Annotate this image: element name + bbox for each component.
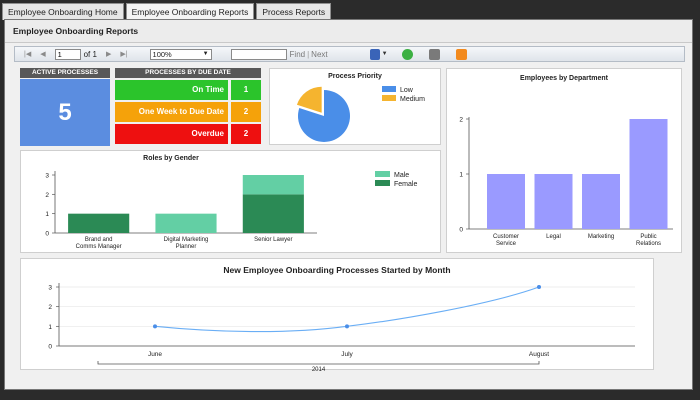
report-frame: Employee Onboarding Reports |◀ ◀ of 1 ▶ …	[4, 19, 693, 390]
chevron-down-icon: ▼	[202, 50, 209, 57]
tab-process-reports[interactable]: Process Reports	[256, 3, 332, 20]
legend-swatch-low	[382, 86, 396, 92]
previous-page-icon[interactable]: ◀	[40, 50, 45, 58]
month-group-label: 2014	[312, 367, 326, 371]
due-row-count-overdue: 2	[231, 124, 261, 144]
roles-bar-brand-and-comms-manager-female	[68, 213, 130, 233]
roles-ytick-1: 1	[45, 211, 49, 218]
dept-xtick-marketing: Marketing	[588, 234, 614, 240]
separator: |	[307, 49, 310, 59]
dept-xtick-customer-service: Customer	[493, 234, 519, 240]
processes-by-due-date-header: PROCESSES BY DUE DATE	[115, 68, 261, 78]
month-group-bracket	[97, 361, 540, 365]
dept-bar-legal	[534, 174, 573, 229]
refresh-icon[interactable]	[401, 48, 413, 60]
roles-xtick-senior-lawyer: Senior Lawyer	[254, 237, 292, 243]
due-row-label-on-time: On Time	[115, 80, 228, 100]
dept-xtick-public-relations-1: Relations	[636, 241, 661, 247]
page-count-label: of 1	[83, 49, 97, 59]
processes-by-month-panel: New Employee Onboarding Processes Starte…	[20, 258, 654, 371]
find-link[interactable]: Find	[290, 50, 306, 59]
roles-bar-senior-lawyer-female	[242, 194, 304, 233]
month-ytick-1: 1	[48, 324, 52, 331]
dept-ytick-1: 1	[459, 172, 463, 179]
roles-ytick-2: 2	[45, 192, 49, 199]
first-page-icon[interactable]: |◀	[24, 50, 31, 58]
rss-feed-icon[interactable]	[455, 48, 467, 60]
month-ytick-3: 3	[48, 285, 52, 292]
next-page-icon[interactable]: ▶	[106, 50, 111, 58]
due-row-label-one-week-to-due-date: One Week to Due Date	[115, 102, 228, 122]
month-xtick-july: July	[341, 351, 353, 358]
dept-bar-marketing	[582, 174, 620, 229]
legend-label-low: Low	[400, 87, 414, 94]
roles-legend-swatch-female	[375, 180, 390, 186]
roles-bar-senior-lawyer-male	[242, 175, 304, 195]
roles-xtick-brand-and-comms-manager: Brand and	[85, 237, 113, 243]
active-processes-header: ACTIVE PROCESSES	[20, 68, 110, 78]
dept-bar-customer-service	[487, 174, 525, 229]
report-toolbar: |◀ ◀ of 1 ▶ ▶| 100% ▼ Find | Next ▼	[14, 46, 685, 62]
roles-legend-label-male: Male	[394, 172, 409, 179]
legend-label-medium: Medium	[400, 96, 425, 103]
zoom-value: 100%	[152, 49, 172, 59]
roles-bar-digital-marketing-planner-male	[155, 213, 217, 233]
roles-legend-label-female: Female	[394, 181, 417, 188]
roles-by-gender-chart: 0 1 2 3 Brand andComms Manager Digital Market…	[45, 171, 417, 250]
page-number-input[interactable]	[54, 48, 81, 60]
roles-ytick-0: 0	[45, 231, 49, 238]
process-priority-panel: Process Priority Low Medium	[269, 68, 441, 145]
month-point-august	[537, 285, 541, 289]
dept-xtick-legal: Legal	[546, 234, 561, 240]
process-priority-chart: Low Medium	[296, 86, 425, 142]
month-xtick-august: August	[529, 351, 549, 358]
roles-xtick-digital-marketing-planner-1: Planner	[176, 244, 197, 250]
dept-xtick-public-relations: Public	[640, 234, 656, 240]
due-row-count-on-time: 1	[231, 80, 261, 100]
export-icon[interactable]	[369, 48, 380, 60]
tab-employee-onboarding-home[interactable]: Employee Onboarding Home	[2, 3, 124, 20]
month-xtick-june: June	[148, 351, 162, 358]
due-row-label-overdue: Overdue	[115, 124, 228, 144]
month-ytick-2: 2	[48, 304, 52, 311]
export-dropdown-icon[interactable]: ▼	[382, 51, 388, 57]
roles-xtick-brand-and-comms-manager-1: Comms Manager	[76, 244, 122, 250]
dept-bar-public-relations	[629, 119, 668, 229]
due-row-count-one-week-to-due-date: 2	[231, 102, 261, 122]
roles-ytick-3: 3	[45, 173, 49, 180]
zoom-select[interactable]: 100% ▼	[149, 48, 212, 60]
employees-by-department-chart: 0 1 2 CustomerService Legal Marketing PublicRe…	[459, 117, 673, 247]
month-ytick-0: 0	[48, 344, 52, 351]
roles-legend-swatch-male	[375, 171, 390, 177]
month-point-june	[153, 324, 157, 329]
roles-by-gender-panel: Roles by Gender 0 1 2 3 Brand and Comms Manag…	[20, 150, 441, 253]
report-tabs: Employee Onboarding Home Employee Onboar…	[2, 3, 332, 21]
find-input[interactable]	[230, 48, 287, 60]
dept-xtick-customer-service-1: Service	[496, 241, 517, 247]
dept-ytick-0: 0	[459, 227, 463, 234]
print-icon[interactable]	[428, 48, 440, 60]
processes-by-month-chart: 0 1 2 3 June July August 2014	[48, 283, 635, 371]
dept-ytick-2: 2	[459, 117, 463, 124]
last-page-icon[interactable]: ▶|	[120, 50, 127, 58]
month-point-july	[345, 324, 349, 329]
roles-xtick-digital-marketing-planner: Digital Marketing	[164, 237, 209, 243]
frame-title: Employee Onboarding Reports	[5, 20, 692, 43]
active-processes-count: 5	[20, 79, 110, 146]
legend-swatch-medium	[382, 95, 396, 101]
next-link[interactable]: Next	[311, 50, 327, 59]
employees-by-department-panel: Employees by Department 0 1 2 Customer Servi…	[446, 68, 682, 253]
